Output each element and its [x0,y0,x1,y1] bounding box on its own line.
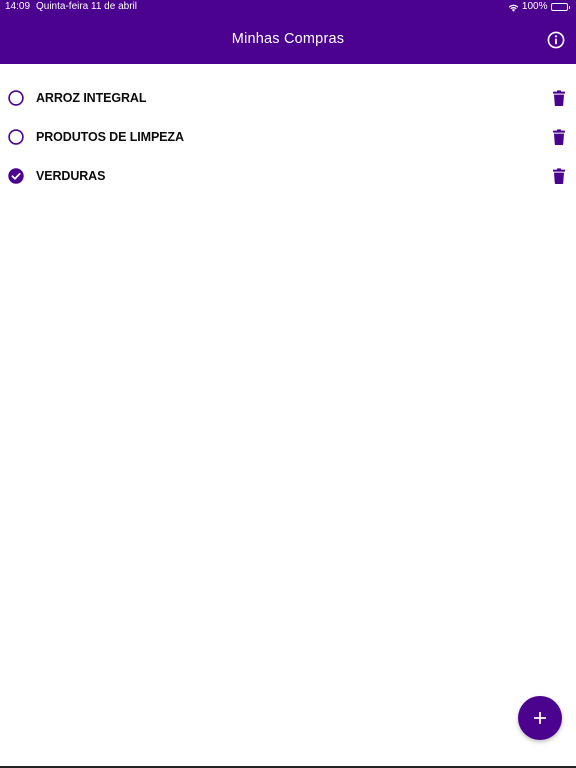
circle-unchecked-icon[interactable] [8,129,24,145]
list-item[interactable]: VERDURAS [0,157,576,196]
add-item-button[interactable] [518,696,562,740]
item-label: VERDURAS [36,169,106,183]
trash-icon[interactable] [553,168,565,184]
plus-icon [534,712,546,724]
battery-percent: 100% [521,1,548,12]
list-item[interactable]: PRODUTOS DE LIMPEZA [0,118,576,157]
status-time: 14:09 [5,1,31,12]
info-icon[interactable] [546,30,566,50]
status-bar: 14:09 Quinta-feira 11 de abril 100% [0,0,576,15]
battery-icon [550,3,570,11]
item-label: PRODUTOS DE LIMPEZA [36,130,184,144]
status-date: Quinta-feira 11 de abril [36,1,137,12]
wifi-icon [508,3,519,12]
trash-icon[interactable] [553,129,565,145]
shopping-list: ARROZ INTEGRAL PRODUTOS DE LIMPEZA VERDU… [0,79,576,196]
status-indicators: 100% [508,0,570,14]
trash-icon[interactable] [553,90,565,106]
app-bar: 14:09 Quinta-feira 11 de abril 100% Minh… [0,0,576,64]
circle-check-icon[interactable] [8,168,24,184]
app-screen: 14:09 Quinta-feira 11 de abril 100% Minh… [0,0,576,768]
page-title: Minhas Compras [231,31,345,47]
list-item[interactable]: ARROZ INTEGRAL [0,79,576,118]
item-label: ARROZ INTEGRAL [36,91,147,105]
circle-unchecked-icon[interactable] [8,90,24,106]
